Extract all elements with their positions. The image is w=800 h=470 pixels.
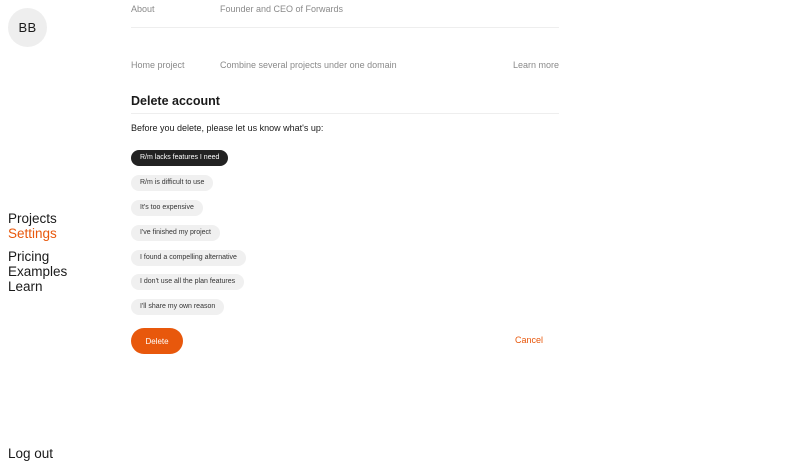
profile-info-table: About Founder and CEO of Forwards Home p… <box>131 0 559 70</box>
info-key: Home project <box>131 60 185 70</box>
section-title: Delete account <box>131 94 220 108</box>
delete-prompt: Before you delete, please let us know wh… <box>131 123 324 133</box>
reason-chip-lacks-features[interactable]: R/m lacks features I need <box>131 150 229 166</box>
main-nav: Projects Settings Pricing Examples Learn <box>8 211 67 294</box>
info-value: Combine several projects under one domai… <box>220 60 397 70</box>
info-value: Founder and CEO of Forwards <box>220 4 344 14</box>
nav-group-primary: Projects Settings <box>8 211 67 241</box>
nav-item-learn[interactable]: Learn <box>8 279 67 294</box>
avatar-initials: BB <box>18 20 37 35</box>
info-row-about: About Founder and CEO of Forwards <box>131 0 559 28</box>
cancel-link[interactable]: Cancel <box>515 335 543 345</box>
reason-chip-own-reason[interactable]: I'll share my own reason <box>131 299 225 315</box>
avatar[interactable]: BB <box>8 8 47 47</box>
logout-link[interactable]: Log out <box>8 446 53 461</box>
reason-chip-difficult[interactable]: R/m is difficult to use <box>131 175 214 191</box>
nav-item-examples[interactable]: Examples <box>8 264 67 279</box>
nav-group-secondary: Pricing Examples Learn <box>8 249 67 294</box>
reason-chip-expensive[interactable]: It's too expensive <box>131 200 203 216</box>
nav-item-projects[interactable]: Projects <box>8 211 67 226</box>
nav-item-pricing[interactable]: Pricing <box>8 249 67 264</box>
info-row-home-project: Home project Combine several projects un… <box>131 28 559 70</box>
delete-button[interactable]: Delete <box>131 328 183 354</box>
reason-chip-alternative[interactable]: I found a compelling alternative <box>131 250 246 266</box>
info-key: About <box>131 4 155 14</box>
nav-item-settings[interactable]: Settings <box>8 226 67 241</box>
learn-more-link[interactable]: Learn more <box>513 60 559 70</box>
reason-chip-unused-features[interactable]: I don't use all the plan features <box>131 274 245 290</box>
divider <box>131 113 559 114</box>
reason-chip-finished[interactable]: I've finished my project <box>131 225 220 241</box>
